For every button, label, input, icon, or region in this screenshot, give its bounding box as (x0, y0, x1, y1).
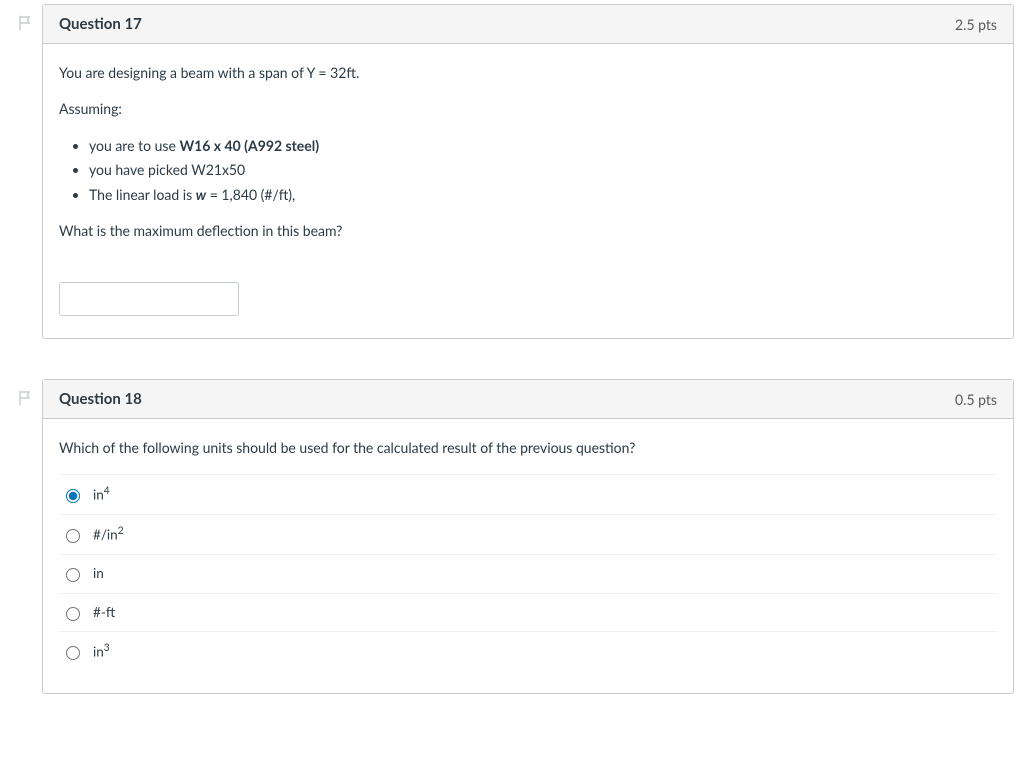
option-radio-3[interactable] (66, 607, 80, 621)
question-prompt: Which of the following units should be u… (59, 437, 997, 459)
flag-icon[interactable] (17, 14, 35, 32)
flag-cell (10, 4, 42, 32)
option-label-0: in4 (93, 483, 110, 506)
flag-cell (10, 379, 42, 407)
option-row-1[interactable]: #/in2 (59, 514, 997, 554)
option-row-3[interactable]: #-ft (59, 593, 997, 632)
option-label-4: in3 (93, 640, 110, 663)
question-card: Question 18 0.5 pts Which of the followi… (42, 379, 1014, 694)
flag-icon[interactable] (17, 389, 35, 407)
question-body: You are designing a beam with a span of … (43, 44, 1013, 338)
assumption-item-2: you have picked W21x50 (89, 159, 997, 181)
option-label-3: #-ft (93, 602, 115, 624)
answer-input-row (59, 282, 997, 316)
answer-input[interactable] (59, 282, 239, 316)
question-title: Question 18 (59, 390, 142, 408)
question-prompt: What is the maximum deflection in this b… (59, 220, 997, 242)
options-list: in4 #/in2 in #-ft in3 (59, 474, 997, 671)
assuming-label: Assuming: (59, 98, 997, 120)
question-17-container: Question 17 2.5 pts You are designing a … (10, 4, 1014, 339)
assumption-list: you are to use W16 x 40 (A992 steel) you… (59, 135, 997, 206)
option-radio-4[interactable] (66, 646, 80, 660)
question-intro: You are designing a beam with a span of … (59, 62, 997, 84)
question-header: Question 18 0.5 pts (43, 380, 1013, 419)
assumption-item-3: The linear load is w = 1,840 (#/ft), (89, 184, 997, 206)
option-label-1: #/in2 (93, 523, 124, 546)
option-row-4[interactable]: in3 (59, 631, 997, 671)
question-points: 0.5 pts (955, 391, 997, 408)
option-radio-1[interactable] (66, 529, 80, 543)
option-radio-2[interactable] (66, 568, 80, 582)
question-title: Question 17 (59, 15, 142, 33)
assumption-item-1: you are to use W16 x 40 (A992 steel) (89, 135, 997, 157)
question-18-container: Question 18 0.5 pts Which of the followi… (10, 379, 1014, 694)
option-row-2[interactable]: in (59, 554, 997, 593)
question-card: Question 17 2.5 pts You are designing a … (42, 4, 1014, 339)
question-body: Which of the following units should be u… (43, 419, 1013, 693)
option-row-0[interactable]: in4 (59, 474, 997, 514)
question-points: 2.5 pts (955, 16, 997, 33)
option-radio-0[interactable] (66, 489, 80, 503)
question-header: Question 17 2.5 pts (43, 5, 1013, 44)
option-label-2: in (93, 563, 104, 585)
